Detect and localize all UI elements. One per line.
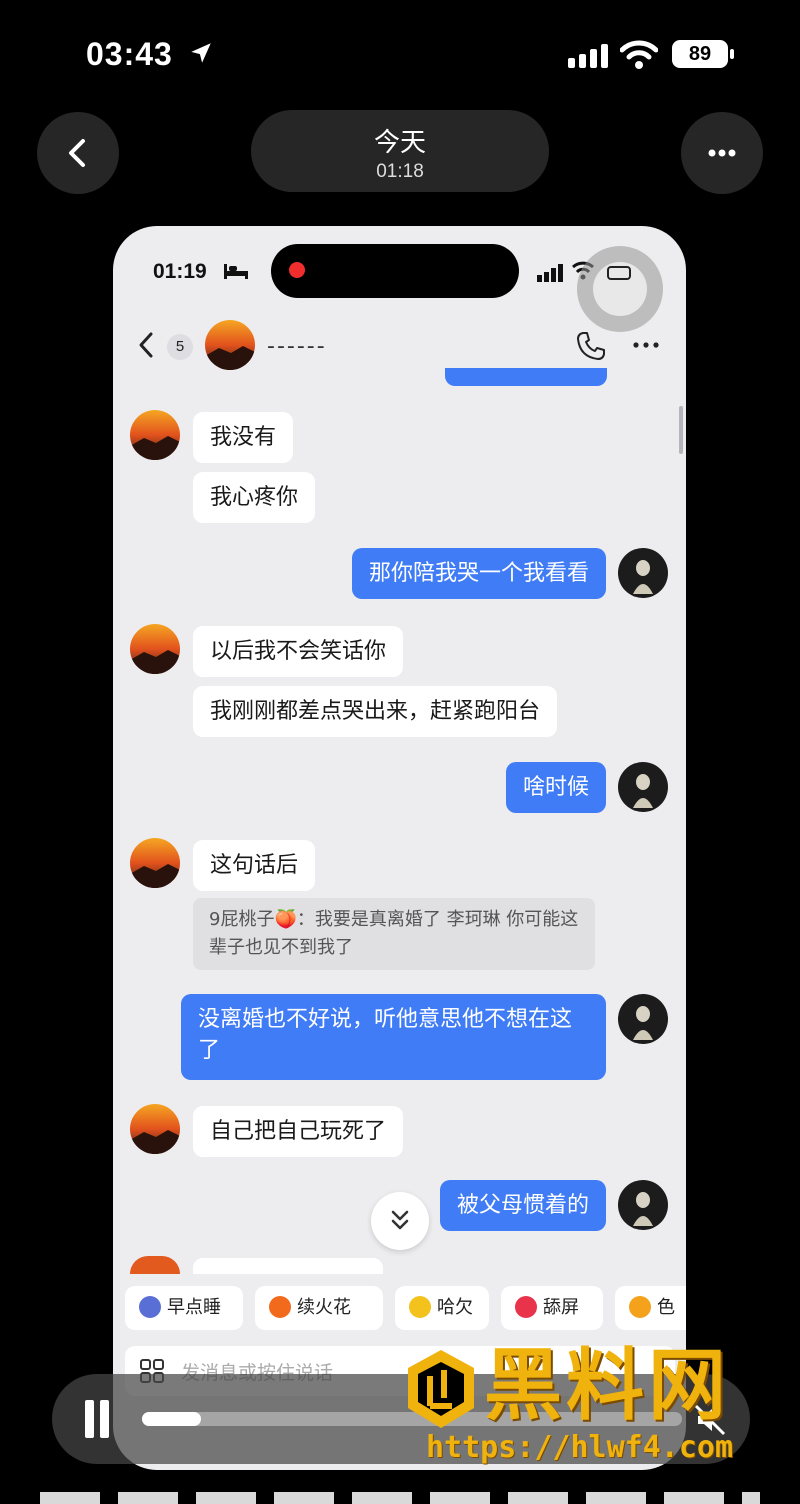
recording-dot-icon: [289, 262, 305, 278]
quick-reply-chip[interactable]: 早点睡: [125, 1286, 243, 1330]
partial-message-bubble: [193, 1258, 383, 1274]
scrollbar[interactable]: [679, 406, 683, 454]
double-chevron-down-icon: [391, 1210, 409, 1230]
date-title-pill: 今天 01:18: [251, 110, 549, 192]
moon-sleep-icon: [139, 1295, 161, 1318]
watermark-text: 黑料网: [484, 1341, 731, 1431]
scroll-to-bottom-button[interactable]: [371, 1192, 429, 1250]
quoted-message[interactable]: 9屁桃子🍑：我要是真离婚了 李珂琳 你可能这辈子也见不到我了: [193, 898, 595, 970]
contact-avatar: [130, 1104, 180, 1154]
message-bubble: 自己把自己玩死了: [193, 1106, 404, 1157]
phone-battery-icon: [607, 266, 631, 280]
heart-eyes-emoji-icon: [629, 1295, 651, 1318]
subtitle-strip: [40, 1492, 760, 1504]
contact-avatar: [130, 624, 180, 674]
status-bar: 03:43 89: [0, 0, 800, 100]
status-time: 03:43: [86, 36, 173, 72]
contact-avatar: [130, 410, 180, 460]
user-avatar: [618, 994, 668, 1044]
quick-reply-chip[interactable]: 舔屏: [501, 1286, 603, 1330]
message-bubble: 被父母惯着的: [439, 1180, 606, 1231]
dynamic-island: [271, 244, 519, 298]
contact-avatar: [130, 838, 180, 888]
partial-message-bubble: [445, 368, 607, 386]
contact-avatar[interactable]: [205, 320, 255, 370]
message-bubble: 这句话后: [193, 840, 316, 891]
user-avatar: [618, 548, 668, 598]
message-bubble: 以后我不会笑话你: [193, 626, 404, 677]
quick-reply-chip[interactable]: 色: [615, 1286, 686, 1330]
yawn-emoji-icon: [409, 1295, 431, 1318]
cellular-signal-icon: [568, 44, 608, 68]
quick-reply-label: 哈欠: [437, 1297, 473, 1318]
fire-icon: [269, 1295, 291, 1318]
quick-reply-row: 早点睡 续火花 哈欠 舔屏 色: [113, 1274, 686, 1340]
quick-reply-label: 舔屏: [543, 1297, 579, 1318]
contact-name: ------: [267, 334, 327, 359]
watermark-logo: [408, 1350, 474, 1428]
more-dots-icon: [708, 149, 736, 157]
phone-status-time: 01:19: [153, 260, 207, 283]
user-avatar: [618, 762, 668, 812]
quick-reply-chip[interactable]: 哈欠: [395, 1286, 489, 1330]
quick-reply-label: 色: [657, 1297, 675, 1318]
date-subtitle-time: 01:18: [376, 161, 424, 182]
phone-call-icon[interactable]: [575, 330, 607, 362]
phone-signal-icon: [537, 264, 563, 282]
unread-count-badge: 5: [167, 334, 193, 360]
location-arrow-icon: [191, 43, 211, 63]
message-bubble: 我没有: [193, 412, 294, 463]
watermark-url: https://hlwf4.com: [426, 1430, 734, 1465]
more-options-button[interactable]: [681, 112, 763, 194]
message-bubble: 那你陪我哭一个我看看: [351, 548, 606, 599]
quick-reply-chip[interactable]: 续火花: [255, 1286, 383, 1330]
playback-progress-fill: [142, 1412, 202, 1426]
quick-reply-label: 早点睡: [167, 1297, 221, 1318]
back-button[interactable]: [37, 112, 119, 194]
battery-indicator: 89: [672, 40, 734, 68]
chat-more-icon[interactable]: [631, 340, 661, 350]
chat-screenshot: 01:19 5 ------ 我没有 我心疼你 那你陪我哭一个我看看 以后我不会…: [113, 226, 686, 1470]
contact-avatar: [130, 1256, 180, 1274]
wifi-icon: [620, 40, 658, 69]
sleep-bed-icon: [224, 264, 248, 279]
user-avatar: [618, 1180, 668, 1230]
lick-screen-emoji-icon: [515, 1295, 537, 1318]
pause-icon[interactable]: [82, 1400, 112, 1438]
quick-reply-label: 续火花: [297, 1297, 351, 1318]
date-title: 今天: [373, 128, 426, 158]
message-bubble: 我刚刚都差点哭出来，赶紧跑阳台: [193, 686, 558, 737]
message-bubble: 啥时候: [505, 762, 606, 813]
message-bubble: 我心疼你: [193, 472, 316, 523]
chat-back-icon[interactable]: [135, 330, 157, 360]
message-bubble: 没离婚也不好说，听他意思他不想在这了: [181, 994, 606, 1080]
chevron-left-icon: [69, 139, 85, 167]
